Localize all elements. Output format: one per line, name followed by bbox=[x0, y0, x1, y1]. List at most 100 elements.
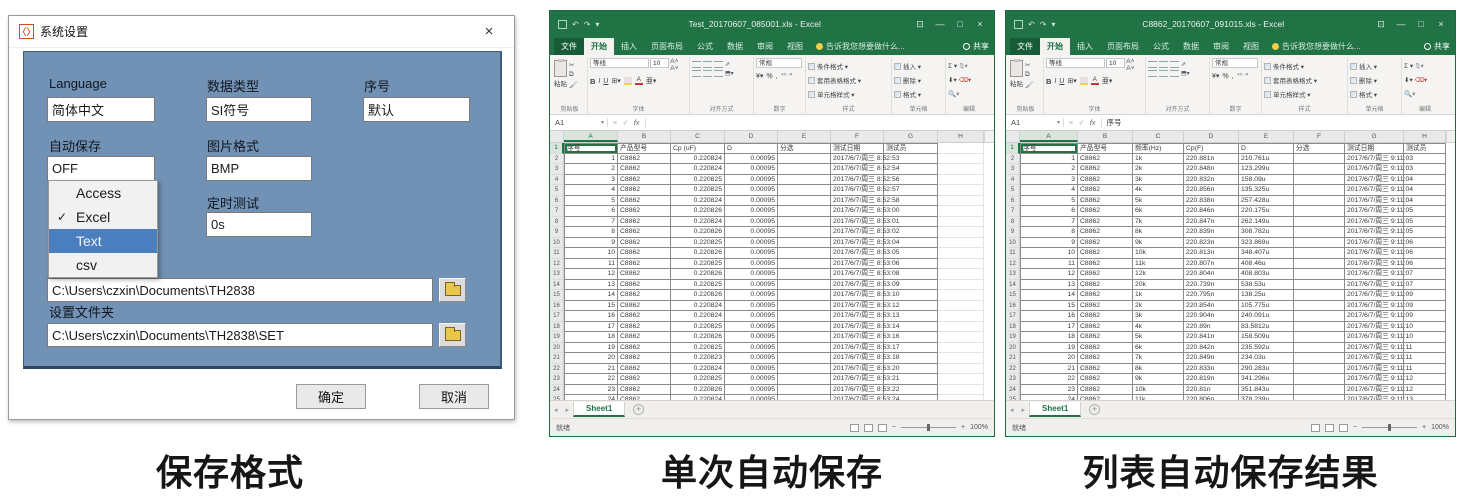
cell-B8[interactable]: C8862 bbox=[618, 217, 671, 228]
insert-function-icon[interactable]: fx bbox=[634, 118, 640, 127]
cell-B14[interactable]: C8862 bbox=[1078, 280, 1133, 291]
fill-color-icon[interactable] bbox=[1080, 77, 1088, 85]
cell-B1[interactable]: 产品型号 bbox=[618, 143, 671, 154]
autosave-field[interactable] bbox=[47, 156, 155, 181]
cell-C1[interactable]: 频率(Hz) bbox=[1133, 143, 1184, 154]
cell-B2[interactable]: C8862 bbox=[1078, 154, 1133, 165]
vertical-scrollbar[interactable] bbox=[984, 131, 994, 142]
cell-A21[interactable]: 20 bbox=[1020, 353, 1078, 364]
save-icon[interactable] bbox=[1014, 20, 1023, 29]
cell-F8[interactable] bbox=[1294, 217, 1345, 228]
cell-G10[interactable]: 2017/6/7/周三 9:11:06 bbox=[1345, 238, 1404, 249]
cell-C13[interactable]: 0.220826 bbox=[671, 269, 725, 280]
cell-C14[interactable]: 20k bbox=[1133, 280, 1184, 291]
row-header-13[interactable]: 13 bbox=[550, 269, 564, 280]
excel-titlebar[interactable]: ↶ ↷ ▾ Test_20170607_085001.xls - Excel ⊡… bbox=[550, 11, 994, 37]
align-center-icon[interactable] bbox=[1159, 70, 1168, 77]
cell-A9[interactable]: 8 bbox=[1020, 227, 1078, 238]
cell-F4[interactable] bbox=[1294, 175, 1345, 186]
cell-F19[interactable] bbox=[1294, 332, 1345, 343]
ribbon-tab-6[interactable]: 审阅 bbox=[1206, 38, 1236, 55]
cell-C10[interactable]: 0.220825 bbox=[671, 238, 725, 249]
column-header-D[interactable]: D bbox=[725, 131, 778, 142]
cell-G4[interactable]: 2017/6/7/周三 9:11:04 bbox=[1345, 175, 1404, 186]
cancel-button[interactable]: 取消 bbox=[419, 384, 489, 409]
cell-C18[interactable]: 0.220825 bbox=[671, 322, 725, 333]
cell-F20[interactable] bbox=[1294, 343, 1345, 354]
cell-D7[interactable]: 0.00095 bbox=[725, 206, 778, 217]
cell-D14[interactable]: 0.00095 bbox=[725, 280, 778, 291]
dropdown-item-csv[interactable]: csv bbox=[49, 253, 157, 277]
italic-button[interactable]: I bbox=[598, 78, 600, 85]
cell-E15[interactable] bbox=[778, 290, 831, 301]
cell-F14[interactable]: 2017/6/7/周三 8:53:09 bbox=[831, 280, 884, 291]
cell-E11[interactable] bbox=[778, 248, 831, 259]
cell-C11[interactable]: 10k bbox=[1133, 248, 1184, 259]
decimal-icons[interactable]: ⁺⁰ ⁻⁰ bbox=[781, 73, 793, 79]
confirm-entry-icon[interactable]: ✓ bbox=[622, 118, 628, 127]
cell-A12[interactable]: 11 bbox=[1020, 259, 1078, 270]
cell-H10[interactable] bbox=[938, 238, 984, 249]
cell-D25[interactable]: 220.806n bbox=[1184, 395, 1239, 400]
cell-C4[interactable]: 3k bbox=[1133, 175, 1184, 186]
cell-G1[interactable]: 测试员 bbox=[884, 143, 938, 154]
cell-A17[interactable]: 16 bbox=[1020, 311, 1078, 322]
cut-icon[interactable]: ✂ bbox=[1025, 61, 1033, 69]
cell-E25[interactable]: 378.239u bbox=[1239, 395, 1294, 400]
cell-E6[interactable]: 257.428u bbox=[1239, 196, 1294, 207]
row-header-6[interactable]: 6 bbox=[1006, 196, 1020, 207]
cell-F3[interactable]: 2017/6/7/周三 8:52:54 bbox=[831, 164, 884, 175]
cell-G15[interactable]: 2017/6/7/周三 9:11:09 bbox=[1345, 290, 1404, 301]
cell-B9[interactable]: C8862 bbox=[1078, 227, 1133, 238]
cell-C7[interactable]: 6k bbox=[1133, 206, 1184, 217]
zoom-level[interactable]: 100% bbox=[1431, 424, 1449, 431]
formula-value[interactable]: 序号 bbox=[1102, 117, 1122, 128]
cell-A8[interactable]: 7 bbox=[1020, 217, 1078, 228]
cell-A13[interactable]: 12 bbox=[564, 269, 618, 280]
cell-H24[interactable] bbox=[938, 385, 984, 396]
row-header-12[interactable]: 12 bbox=[1006, 259, 1020, 270]
cell-D5[interactable]: 220.856n bbox=[1184, 185, 1239, 196]
cell-C7[interactable]: 0.220826 bbox=[671, 206, 725, 217]
cell-C17[interactable]: 0.220824 bbox=[671, 311, 725, 322]
row-header-20[interactable]: 20 bbox=[550, 343, 564, 354]
cell-C24[interactable]: 10k bbox=[1133, 385, 1184, 396]
percent-icon[interactable]: % bbox=[1222, 73, 1228, 80]
cell-D17[interactable]: 220.904n bbox=[1184, 311, 1239, 322]
cell-A7[interactable]: 6 bbox=[1020, 206, 1078, 217]
cell-G24[interactable]: 2017/6/7/周三 9:11:12 bbox=[1345, 385, 1404, 396]
cell-H23[interactable] bbox=[938, 374, 984, 385]
cell-F5[interactable] bbox=[1294, 185, 1345, 196]
currency-icon[interactable]: ¥▾ bbox=[756, 72, 763, 80]
cell-E4[interactable] bbox=[778, 175, 831, 186]
ribbon-tab-7[interactable]: 视图 bbox=[780, 38, 810, 55]
page-layout-view-icon[interactable] bbox=[864, 424, 873, 432]
column-header-F[interactable]: F bbox=[1294, 131, 1345, 142]
underline-button[interactable]: U bbox=[1059, 78, 1064, 85]
cell-E14[interactable]: 538.53u bbox=[1239, 280, 1294, 291]
cell-D24[interactable]: 0.00095 bbox=[725, 385, 778, 396]
cell-F21[interactable]: 2017/6/7/周三 8:53:18 bbox=[831, 353, 884, 364]
cell-B1[interactable]: 产品型号 bbox=[1078, 143, 1133, 154]
cell-C12[interactable]: 11k bbox=[1133, 259, 1184, 270]
dropdown-item-text[interactable]: Text bbox=[49, 229, 157, 253]
zoom-slider[interactable] bbox=[1362, 427, 1417, 428]
cell-H15[interactable] bbox=[938, 290, 984, 301]
cell-B16[interactable]: C8862 bbox=[618, 301, 671, 312]
cell-D4[interactable]: 220.832n bbox=[1184, 175, 1239, 186]
sheet-tab[interactable]: Sheet1 bbox=[573, 402, 625, 417]
cell-E16[interactable]: 105.775u bbox=[1239, 301, 1294, 312]
cell-E9[interactable] bbox=[778, 227, 831, 238]
minimize-icon[interactable]: — bbox=[1391, 19, 1411, 30]
cell-F8[interactable]: 2017/6/7/周三 8:53:01 bbox=[831, 217, 884, 228]
cell-F14[interactable] bbox=[1294, 280, 1345, 291]
ribbon-button[interactable]: 插入 ▾ bbox=[1350, 60, 1399, 72]
cell-B22[interactable]: C8862 bbox=[618, 364, 671, 375]
cell-B21[interactable]: C8862 bbox=[1078, 353, 1133, 364]
row-header-5[interactable]: 5 bbox=[550, 185, 564, 196]
cell-C25[interactable]: 0.220824 bbox=[671, 395, 725, 400]
cell-D20[interactable]: 220.842n bbox=[1184, 343, 1239, 354]
cell-H7[interactable] bbox=[938, 206, 984, 217]
ribbon-options-icon[interactable]: ⊡ bbox=[910, 19, 930, 30]
column-header-C[interactable]: C bbox=[1133, 131, 1184, 142]
